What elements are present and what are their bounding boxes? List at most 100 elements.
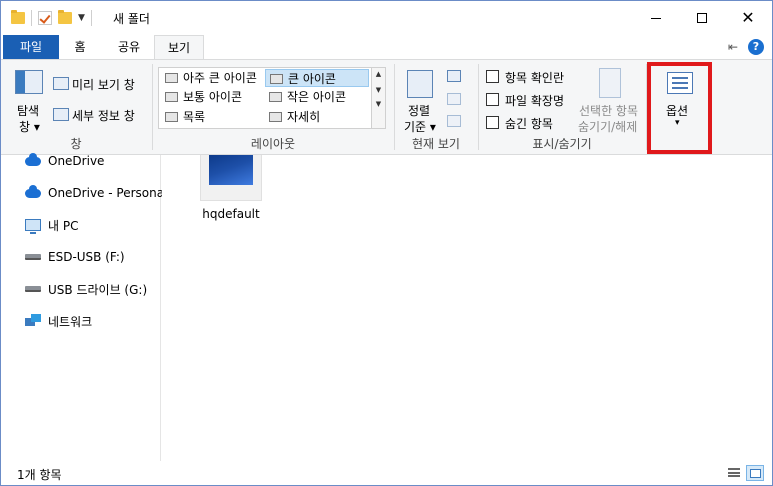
sort-by-button[interactable]: 기준 ▾ — [404, 118, 436, 135]
layout-scroll[interactable]: ▲ ▼ ▼ — [371, 68, 385, 128]
medium-icons-icon — [165, 92, 178, 102]
tab-view[interactable]: 보기 — [154, 35, 204, 60]
file-item[interactable] — [200, 155, 262, 201]
item-checkboxes-label[interactable]: 항목 확인란 — [505, 69, 564, 86]
usb-drive-icon — [25, 254, 41, 260]
pin-ribbon-icon[interactable]: ⇤ — [728, 40, 738, 54]
computer-icon — [25, 219, 41, 234]
nav-item-label: USB 드라이브 (G:) — [48, 282, 148, 297]
current-view-group: 정렬 기준 ▾ 현재 보기 — [395, 60, 477, 155]
large-icons-icon — [270, 74, 283, 84]
layout-details[interactable]: 자세히 — [265, 108, 369, 126]
hidden-items-checkbox[interactable] — [486, 116, 499, 129]
status-bar: 1개 항목 — [1, 461, 772, 485]
network-icon — [25, 314, 41, 328]
pane-group: 탐색 창 ▾ 미리 보기 창 세부 정보 창 창 — [1, 60, 151, 155]
tab-share[interactable]: 공유 — [107, 35, 151, 59]
show-hide-group-label: 표시/숨기기 — [532, 137, 592, 151]
layout-large-icons[interactable]: 큰 아이콘 — [265, 69, 369, 87]
layout-extra-large-icons[interactable]: 아주 큰 아이콘 — [161, 69, 265, 87]
details-view-button[interactable] — [725, 465, 743, 481]
layout-large-label: 큰 아이콘 — [288, 72, 336, 86]
add-columns-icon[interactable] — [447, 93, 461, 105]
help-icon[interactable]: ? — [748, 39, 764, 55]
group-by-icon[interactable] — [447, 70, 461, 82]
properties-icon[interactable] — [38, 11, 52, 25]
hidden-items-label[interactable]: 숨긴 항목 — [505, 115, 553, 132]
nav-item-usb-drive[interactable]: USB 드라이브 (G:) — [25, 278, 147, 300]
onedrive-icon — [25, 184, 41, 198]
layout-extra-large-label: 아주 큰 아이콘 — [183, 71, 257, 85]
layout-gallery: 아주 큰 아이콘 큰 아이콘 보통 아이콘 작은 아이콘 목록 자세히 ▲ ▼ … — [158, 67, 386, 129]
window-title: 새 폴더 — [113, 12, 150, 26]
item-count: 1개 항목 — [17, 468, 62, 482]
maximize-button[interactable] — [679, 1, 725, 35]
small-icons-icon — [269, 92, 282, 102]
layout-list[interactable]: 목록 — [161, 108, 265, 126]
divider — [90, 10, 92, 26]
customize-toolbar-chevron-icon[interactable]: ▼ — [78, 13, 85, 23]
nav-item-label: OneDrive — [48, 154, 105, 168]
navigation-pane-label-bottom: 창 — [19, 120, 31, 134]
extra-large-icons-icon — [165, 73, 178, 83]
nav-item-label: ESD-USB (F:) — [48, 250, 125, 264]
layout-small-label: 작은 아이콘 — [287, 90, 347, 104]
nav-item-label: 네트워크 — [48, 314, 93, 329]
nav-item-onedrive[interactable]: OneDrive — [25, 150, 104, 172]
close-button[interactable]: ✕ — [725, 1, 771, 35]
layout-group-label: 레이아웃 — [250, 137, 296, 151]
hide-selected-label-top[interactable]: 선택한 항목 — [579, 102, 638, 119]
large-icons-view-button[interactable] — [746, 465, 764, 481]
layout-medium-icons[interactable]: 보통 아이콘 — [161, 88, 265, 106]
layout-details-label: 자세히 — [287, 110, 321, 124]
close-icon: ✕ — [741, 8, 755, 27]
gallery-expand-icon[interactable]: ▼ — [372, 100, 385, 108]
folder-icon — [11, 10, 25, 24]
title-bar: ▼ 새 폴더 ✕ — [1, 1, 772, 35]
ribbon-tabs: 파일 홈 공유 보기 ⇤ ? — [1, 35, 772, 60]
new-folder-icon[interactable] — [58, 10, 72, 24]
details-icon — [269, 112, 282, 122]
nav-item-label: 내 PC — [48, 218, 79, 233]
nav-item-esd-usb[interactable]: ESD-USB (F:) — [25, 246, 125, 268]
file-extensions-label[interactable]: 파일 확장명 — [505, 92, 564, 109]
layout-list-label: 목록 — [183, 110, 206, 124]
current-view-group-label: 현재 보기 — [412, 137, 460, 151]
hide-selected-label-bottom[interactable]: 숨기기/해제 — [578, 118, 637, 135]
file-name[interactable]: hqdefault — [194, 207, 268, 221]
layout-small-icons[interactable]: 작은 아이콘 — [265, 88, 369, 106]
nav-item-onedrive-personal[interactable]: OneDrive - Personal — [25, 182, 167, 204]
nav-item-network[interactable]: 네트워크 — [25, 310, 92, 332]
details-pane-icon — [53, 108, 69, 121]
details-pane-button[interactable]: 세부 정보 창 — [72, 107, 135, 124]
file-explorer-window: ▼ 새 폴더 ✕ 파일 홈 공유 보기 ⇤ ? 탐색 창 ▾ 미리 보기 창 세 — [0, 0, 773, 486]
large-icons-view-icon — [750, 469, 761, 478]
file-extensions-checkbox[interactable] — [486, 93, 499, 106]
navigation-pane-label-top[interactable]: 탐색 — [17, 102, 39, 119]
usb-drive-icon — [25, 286, 41, 292]
tab-file[interactable]: 파일 — [3, 35, 59, 59]
navigation-pane-icon — [15, 70, 43, 94]
maximize-icon — [697, 13, 707, 23]
size-columns-icon[interactable] — [447, 115, 461, 127]
sort-by-label-bottom: 기준 — [404, 120, 427, 134]
preview-pane-button[interactable]: 미리 보기 창 — [72, 76, 135, 93]
image-thumbnail — [209, 155, 253, 185]
navigation-pane-button[interactable]: 창 ▾ — [19, 118, 40, 135]
minimize-icon — [651, 17, 661, 19]
item-checkboxes-checkbox[interactable] — [486, 70, 499, 83]
layout-medium-label: 보통 아이콘 — [183, 90, 243, 104]
sort-by-label-top[interactable]: 정렬 — [408, 102, 430, 119]
file-list: hqdefault — [162, 155, 772, 461]
tab-home[interactable]: 홈 — [61, 35, 99, 59]
nav-item-this-pc[interactable]: 내 PC — [25, 214, 78, 236]
scroll-up-icon[interactable]: ▲ — [372, 70, 385, 78]
sort-by-icon — [407, 70, 433, 98]
scroll-down-icon[interactable]: ▼ — [372, 86, 385, 94]
show-hide-group: 항목 확인란 파일 확장명 숨긴 항목 선택한 항목 숨기기/해제 표시/숨기기 — [479, 60, 645, 155]
details-view-icon — [728, 468, 740, 477]
preview-pane-icon — [53, 77, 69, 90]
hide-selected-items-icon — [599, 68, 621, 98]
minimize-button[interactable] — [633, 1, 679, 35]
options-highlight-box — [647, 62, 712, 154]
